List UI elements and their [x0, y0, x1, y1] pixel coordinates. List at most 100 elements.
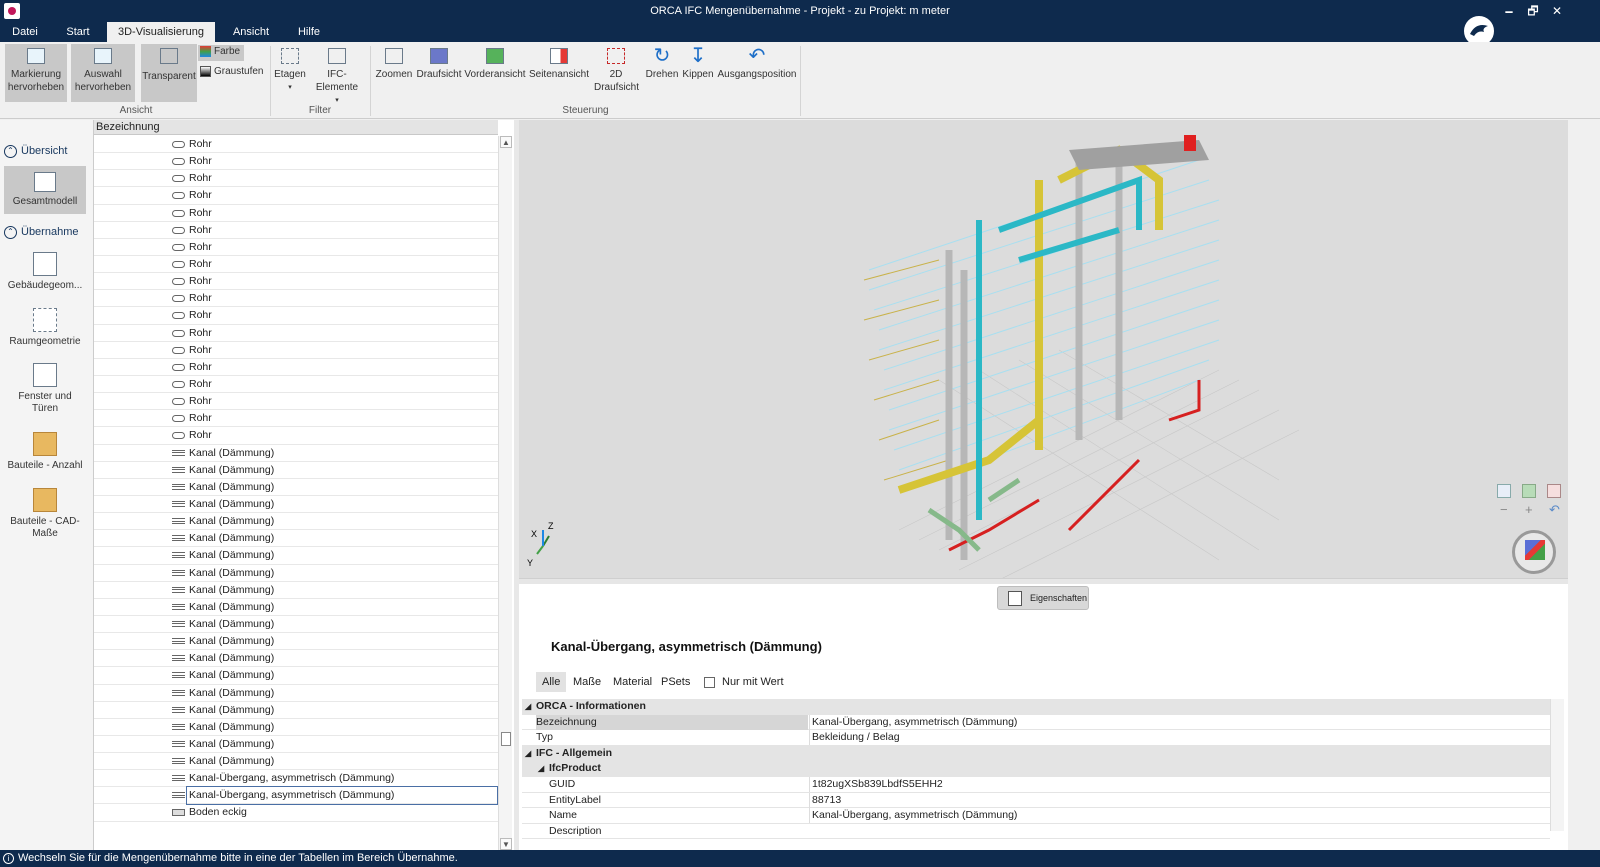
kippen-button[interactable]: ↧ Kippen [681, 44, 715, 102]
restore-button[interactable]: 🗗 [1522, 3, 1544, 19]
seitenansicht-button[interactable]: Seitenansicht [528, 44, 590, 102]
tab-datei[interactable]: Datei [0, 22, 50, 42]
tab-material[interactable]: Material [607, 672, 658, 692]
tree-row[interactable]: Kanal (Dämmung) [94, 719, 498, 736]
tree-row[interactable]: Kanal (Dämmung) [94, 736, 498, 754]
sidebar-item-bauteile-anzahl[interactable]: Bauteile - Anzahl [4, 426, 86, 476]
tab-ansicht[interactable]: Ansicht [225, 22, 277, 42]
tree-row[interactable]: Rohr [94, 427, 498, 445]
tree-row[interactable]: Kanal (Dämmung) [94, 753, 498, 771]
tree-row[interactable]: Kanal-Übergang, asymmetrisch (Dämmung) [94, 770, 498, 788]
tree-column-header[interactable]: Bezeichnung [94, 120, 498, 135]
close-button[interactable]: ✕ [1546, 3, 1568, 19]
tree-row[interactable]: Kanal-Übergang, asymmetrisch (Dämmung) [94, 786, 498, 806]
eigenschaften-button[interactable]: Eigenschaften [997, 586, 1089, 610]
nur-mit-wert-checkbox[interactable] [704, 677, 715, 688]
2d-draufsicht-button[interactable]: 2D Draufsicht [594, 44, 639, 102]
tree-row[interactable]: Kanal (Dämmung) [94, 547, 498, 565]
draufsicht-button[interactable]: Draufsicht [416, 44, 462, 102]
drehen-button[interactable]: ↻ Drehen [644, 44, 680, 102]
tree-row[interactable]: Rohr [94, 153, 498, 171]
property-category[interactable]: ◢ IfcProduct [522, 761, 1550, 777]
collapse-triangle-icon[interactable]: ◢ [538, 761, 544, 776]
property-category[interactable]: ◢ ORCA - Informationen [522, 699, 1550, 715]
tree-row[interactable]: Rohr [94, 359, 498, 376]
tab-psets[interactable]: PSets [655, 672, 696, 692]
front-view-mini-icon[interactable] [1522, 484, 1536, 498]
tree-row[interactable]: Rohr [94, 376, 498, 394]
tree-row[interactable]: Rohr [94, 410, 498, 428]
section-uebersicht[interactable]: ⌃ Übersicht [4, 143, 67, 159]
tab-3d-visualisierung[interactable]: 3D-Visualisierung [107, 22, 215, 42]
zoomen-button[interactable]: Zoomen [374, 44, 414, 102]
tree-row[interactable]: Rohr [94, 256, 498, 274]
transparent-button[interactable]: Transparent [141, 44, 197, 102]
tree-row[interactable]: Rohr [94, 393, 498, 411]
ausgangsposition-button[interactable]: ↶ Ausgangsposition [717, 44, 797, 102]
tree-row[interactable]: Kanal (Dämmung) [94, 667, 498, 685]
tree-row[interactable]: Kanal (Dämmung) [94, 582, 498, 599]
ifc-elemente-dropdown[interactable]: IFC-Elemente ▾ [307, 44, 367, 104]
tree-row[interactable]: Rohr [94, 325, 498, 342]
zoom-in-icon[interactable]: + [1525, 502, 1533, 517]
etagen-dropdown[interactable]: Etagen ▾ [273, 44, 307, 102]
property-row[interactable]: Typ Bekleidung / Belag [522, 730, 1550, 746]
tree-row[interactable]: Kanal (Dämmung) [94, 650, 498, 668]
undo-view-icon[interactable]: ↶ [1549, 502, 1560, 518]
sidebar-item-gesamtmodell[interactable]: Gesamtmodell [4, 166, 86, 214]
markierung-hervorheben-button[interactable]: Markierung hervorheben [5, 44, 67, 102]
property-row[interactable]: EntityLabel 88713 [522, 792, 1550, 809]
tree-row[interactable]: Rohr [94, 307, 498, 325]
tree-row[interactable]: Boden eckig [94, 804, 498, 822]
scroll-up-icon[interactable]: ▲ [500, 136, 512, 148]
tree-scrollbar[interactable]: ▲ ▼ [498, 136, 512, 850]
property-scrollbar[interactable] [1550, 699, 1564, 831]
auswahl-hervorheben-button[interactable]: Auswahl hervorheben [71, 44, 135, 102]
tree-row[interactable]: Rohr [94, 222, 498, 239]
tree-row[interactable]: Kanal (Dämmung) [94, 496, 498, 514]
tree-row[interactable]: Rohr [94, 290, 498, 308]
tree-row[interactable]: Rohr [94, 205, 498, 222]
tree-row[interactable]: Kanal (Dämmung) [94, 445, 498, 462]
tab-start[interactable]: Start [56, 22, 100, 42]
tab-alle[interactable]: Alle [536, 672, 567, 692]
side-view-mini-icon[interactable] [1547, 484, 1561, 498]
tree-row[interactable]: Kanal (Dämmung) [94, 565, 498, 582]
sidebar-item-gebaeudegeometrie[interactable]: Gebäudegeom... [4, 246, 86, 296]
tree-row[interactable]: Kanal (Dämmung) [94, 633, 498, 651]
minimize-button[interactable]: 🗕 [1498, 3, 1520, 19]
sidebar-item-bauteile-cad[interactable]: Bauteile - CAD-Maße [4, 482, 86, 544]
scroll-thumb[interactable] [501, 732, 511, 746]
section-uebernahme[interactable]: ⌃ Übernahme [4, 224, 78, 240]
tree-row[interactable]: Kanal (Dämmung) [94, 513, 498, 531]
property-row[interactable]: Bezeichnung Kanal-Übergang, asymmetrisch … [522, 714, 1550, 731]
top-view-mini-icon[interactable] [1497, 484, 1511, 498]
zoom-out-icon[interactable]: − [1500, 502, 1508, 517]
property-row[interactable]: GUID 1t82ugXSb839LbdfS5EHH2 [522, 776, 1550, 793]
property-row[interactable]: Description [522, 824, 1550, 840]
tree-row[interactable]: Rohr [94, 239, 498, 256]
tree-row[interactable]: Rohr [94, 342, 498, 359]
tree-row[interactable]: Rohr [94, 170, 498, 188]
tree-row[interactable]: Kanal (Dämmung) [94, 530, 498, 548]
tree-row[interactable]: Kanal (Dämmung) [94, 702, 498, 719]
property-category[interactable]: ◢ IFC - Allgemein [522, 745, 1550, 762]
tree-row[interactable]: Rohr [94, 187, 498, 205]
tree-row[interactable]: Kanal (Dämmung) [94, 616, 498, 634]
tree-row[interactable]: Kanal (Dämmung) [94, 599, 498, 616]
sidebar-item-raumgeometrie[interactable]: Raumgeometrie [4, 302, 86, 352]
tab-hilfe[interactable]: Hilfe [290, 22, 328, 42]
farbe-button[interactable]: Farbe [198, 45, 244, 61]
tree-row[interactable]: Kanal (Dämmung) [94, 462, 498, 479]
collapse-triangle-icon[interactable]: ◢ [525, 746, 531, 761]
tree-row[interactable]: Rohr [94, 273, 498, 291]
tab-masse[interactable]: Maße [567, 672, 607, 692]
property-row[interactable]: Name Kanal-Übergang, asymmetrisch (Dämmun… [522, 808, 1550, 824]
tree-row[interactable]: Rohr [94, 136, 498, 154]
navigation-cube-icon[interactable] [1512, 530, 1556, 574]
tree-row[interactable]: Kanal (Dämmung) [94, 479, 498, 496]
sidebar-item-fenster-tueren[interactable]: Fenster und Türen [4, 357, 86, 419]
tree-row[interactable]: Kanal (Dämmung) [94, 685, 498, 702]
collapse-triangle-icon[interactable]: ◢ [525, 699, 531, 714]
3d-viewport[interactable]: X Z Y − + ↶ [519, 120, 1568, 578]
